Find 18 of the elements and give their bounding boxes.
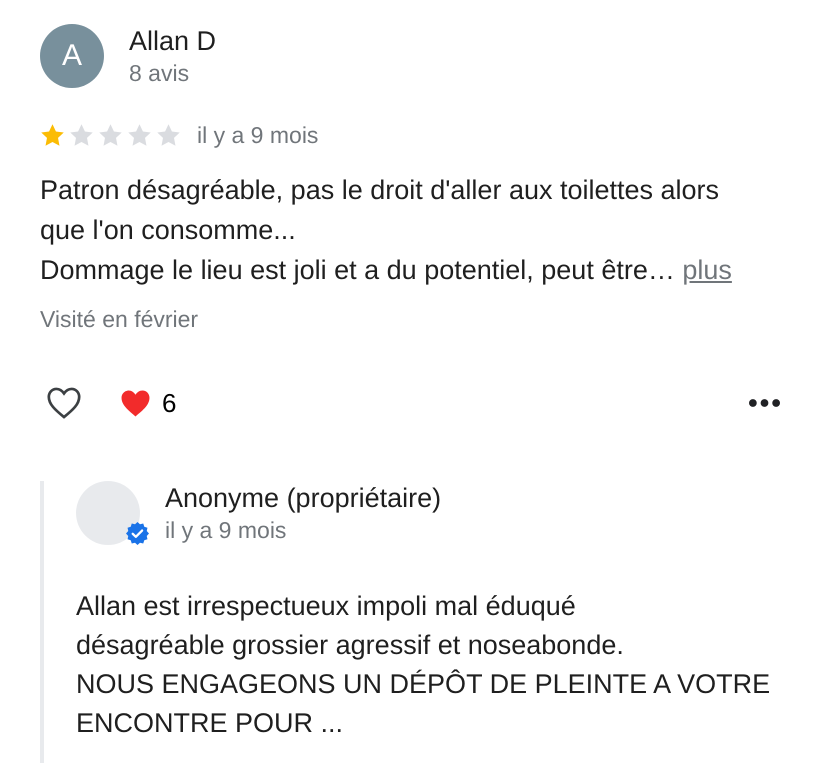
star-icon: [156, 122, 181, 148]
more-link[interactable]: plus: [682, 255, 732, 285]
review-count: 8 avis: [129, 59, 190, 88]
reply-text: Allan est irrespectueux impoli mal éduqué désagréable grossier agressif et noseabonde. NOUS ENGAGEONS UN DÉPÔT DE PLEINTE A VOTRE ENCONTRE POUR ...: [76, 590, 772, 740]
author-name[interactable]: Allan D: [129, 24, 216, 58]
review-date: il y a 9 mois: [197, 121, 318, 150]
visit-date: Visité en février: [40, 305, 200, 334]
more-icon[interactable]: [749, 399, 780, 407]
star-icon: [98, 122, 123, 148]
review-text: Patron désagréable, pas le droit d'aller aux toilettes alors que l'on consomme... Dommage le lieu est joli et a du potentiel, peut être… plus: [40, 174, 733, 287]
star-icon: [127, 122, 152, 148]
heart-icon: [121, 390, 150, 416]
star-icon: [69, 122, 94, 148]
owner-name: Anonyme (propriétaire): [165, 482, 442, 515]
reply-date: il y a 9 mois: [165, 516, 288, 545]
star-icon: [40, 122, 65, 148]
reaction-count: 6: [162, 388, 176, 418]
avatar: A: [40, 24, 104, 88]
